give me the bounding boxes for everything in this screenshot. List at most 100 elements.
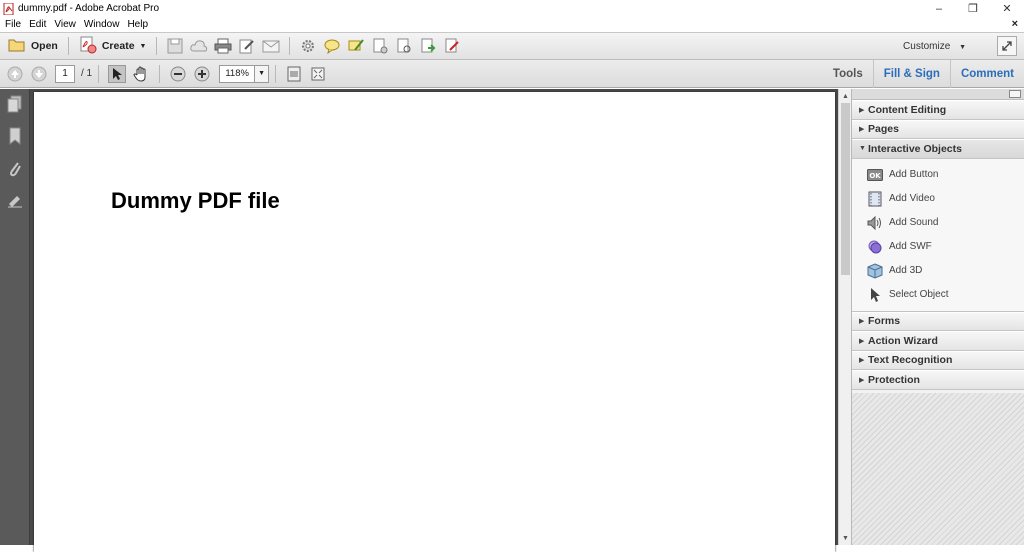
create-button[interactable]: Create ▼	[75, 34, 151, 58]
sound-icon	[867, 215, 883, 231]
open-label: Open	[31, 40, 58, 52]
zoom-level-input[interactable]: 118%	[219, 64, 256, 83]
section-pages[interactable]: ▶ Pages	[852, 119, 1024, 139]
section-label: Protection	[868, 373, 920, 386]
tab-tools[interactable]: Tools	[823, 60, 873, 88]
section-label: Text Recognition	[868, 354, 953, 367]
close-window-button[interactable]: ✕	[990, 0, 1024, 17]
search-doc-icon[interactable]	[395, 37, 413, 55]
menu-bar: File Edit View Window Help ×	[0, 17, 1024, 32]
chevron-right-icon: ▶	[859, 126, 865, 134]
chevron-right-icon: ▶	[859, 376, 865, 384]
panel-options-bar	[852, 89, 1024, 100]
create-pdf-icon	[79, 36, 97, 57]
section-protection[interactable]: ▶ Protection	[852, 370, 1024, 390]
select-tool-icon[interactable]	[108, 64, 127, 83]
page-count: / 1	[81, 68, 93, 79]
zoom-out-icon[interactable]	[169, 65, 187, 83]
zoom-in-icon[interactable]	[193, 65, 211, 83]
svg-text:OK: OK	[869, 172, 881, 180]
panel-tabs: Tools Fill & Sign Comment	[823, 60, 1024, 88]
chevron-right-icon: ▶	[859, 106, 865, 114]
cloud-upload-icon[interactable]	[190, 37, 208, 55]
menu-help[interactable]: Help	[127, 19, 148, 30]
fit-page-icon[interactable]	[285, 65, 303, 83]
select-object-item[interactable]: Select Object	[852, 283, 1024, 307]
section-action-wizard[interactable]: ▶ Action Wizard	[852, 331, 1024, 351]
menu-window[interactable]: Window	[84, 19, 120, 30]
add-video-item[interactable]: Add Video	[852, 187, 1024, 211]
add-swf-item[interactable]: Add SWF	[852, 235, 1024, 259]
toolbar-separator	[98, 64, 100, 83]
signatures-icon[interactable]	[6, 190, 24, 210]
toolbar-separator	[275, 64, 277, 83]
swf-icon	[867, 239, 883, 255]
chevron-right-icon: ▶	[859, 337, 865, 345]
minimize-button[interactable]: –	[922, 0, 956, 17]
toolbar-separator	[289, 37, 291, 55]
menu-file[interactable]: File	[5, 19, 21, 30]
export-icon[interactable]	[419, 37, 437, 55]
next-page-icon[interactable]	[30, 65, 48, 83]
chevron-right-icon: ▶	[859, 357, 865, 365]
chevron-down-icon: ▼	[139, 42, 147, 50]
menu-edit[interactable]: Edit	[29, 19, 46, 30]
document-heading: Dummy PDF file	[111, 188, 280, 213]
menu-view[interactable]: View	[54, 19, 76, 30]
print-icon[interactable]	[214, 37, 232, 55]
document-scrollbar[interactable]: ▲ ▼	[838, 89, 851, 545]
expand-icon[interactable]	[997, 36, 1017, 56]
zoom-dropdown-icon[interactable]: ▼	[255, 64, 270, 83]
section-label: Content Editing	[868, 103, 947, 116]
document-area: Dummy PDF file	[30, 89, 838, 552]
item-label: Add Video	[889, 193, 935, 204]
section-label: Forms	[868, 315, 901, 328]
save-icon[interactable]	[166, 37, 184, 55]
attachments-icon[interactable]	[6, 158, 24, 178]
chevron-down-icon: ▼	[859, 145, 866, 153]
item-label: Add 3D	[889, 265, 923, 276]
main-toolbar: Open Create ▼ Customize ▼	[0, 32, 1024, 60]
section-label: Interactive Objects	[868, 142, 962, 155]
section-content-editing[interactable]: ▶ Content Editing	[852, 100, 1024, 120]
section-forms[interactable]: ▶ Forms	[852, 311, 1024, 331]
add-sound-item[interactable]: Add Sound	[852, 211, 1024, 235]
section-text-recognition[interactable]: ▶ Text Recognition	[852, 350, 1024, 370]
close-document-button[interactable]: ×	[1012, 18, 1018, 30]
add-button-item[interactable]: OK Add Button	[852, 163, 1024, 187]
panel-options-icon[interactable]	[1009, 90, 1021, 98]
comment-bubble-icon[interactable]	[323, 37, 341, 55]
navigation-toolbar: 1 / 1 118% ▼ Tools Fill & Sign Comment	[0, 60, 1024, 88]
scrollbar-thumb[interactable]	[841, 103, 850, 275]
previous-page-icon[interactable]	[6, 65, 24, 83]
folder-icon	[8, 38, 26, 55]
tab-fill-sign[interactable]: Fill & Sign	[872, 60, 950, 88]
highlight-icon[interactable]	[347, 37, 365, 55]
page-number-input[interactable]: 1	[55, 64, 75, 83]
hand-tool-icon[interactable]	[132, 65, 150, 83]
add-3d-item[interactable]: Add 3D	[852, 259, 1024, 283]
item-label: Add Sound	[889, 217, 939, 228]
pdf-page[interactable]: Dummy PDF file	[34, 92, 835, 552]
acrobat-app-icon	[3, 2, 15, 15]
page-thumbnails-icon[interactable]	[6, 94, 24, 114]
interactive-objects-list: OK Add Button Add Video Add Sound Add SW…	[852, 158, 1024, 312]
gear-icon[interactable]	[299, 37, 317, 55]
item-label: Add Button	[889, 169, 939, 180]
redact-icon[interactable]	[371, 37, 389, 55]
email-icon[interactable]	[262, 37, 280, 55]
section-interactive-objects[interactable]: ▼ Interactive Objects	[852, 139, 1024, 159]
customize-button[interactable]: Customize ▼	[903, 41, 966, 52]
open-button[interactable]: Open	[4, 34, 62, 58]
left-navigation-pane	[0, 89, 30, 545]
bookmarks-icon[interactable]	[6, 126, 24, 146]
section-label: Action Wizard	[868, 334, 938, 347]
button-icon: OK	[867, 167, 883, 183]
tab-comment[interactable]: Comment	[949, 60, 1024, 88]
fullscreen-icon[interactable]	[309, 65, 327, 83]
create-label: Create	[101, 40, 135, 52]
video-icon	[867, 191, 883, 207]
restore-button[interactable]: ❐	[956, 0, 990, 17]
edit-icon[interactable]	[238, 37, 256, 55]
sign-icon[interactable]	[443, 37, 461, 55]
